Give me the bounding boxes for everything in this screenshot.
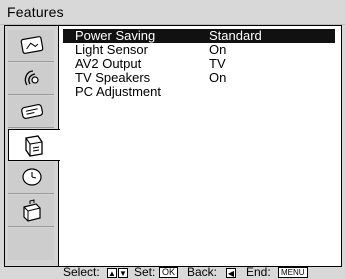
tab-channel[interactable]	[8, 96, 54, 128]
timer-icon	[22, 168, 42, 186]
tab-features[interactable]	[8, 129, 60, 161]
item-value: On	[209, 42, 227, 57]
category-tabs	[5, 26, 60, 266]
item-label: PC Adjustment	[75, 84, 161, 99]
menu-key-icon: MENU	[278, 267, 308, 278]
ok-key-icon: OK	[159, 267, 179, 278]
item-label: AV2 Output	[75, 56, 142, 71]
back-hint-key: ◀	[226, 265, 236, 279]
setup-icon	[23, 199, 41, 222]
options-panel: Power Saving Standard Light Sensor On AV…	[59, 26, 341, 266]
down-arrow-icon: ▼	[118, 268, 128, 278]
features-menu: Features Power Saving Standard Light Sen…	[0, 0, 345, 279]
tab-setup[interactable]	[8, 195, 54, 227]
set-hint-key: OK	[159, 265, 179, 279]
end-hint-label: End:	[246, 265, 271, 279]
menu-title: Features	[7, 4, 64, 20]
tab-timer[interactable]	[8, 162, 54, 194]
item-value: Standard	[209, 28, 262, 43]
up-arrow-icon: ▲	[107, 268, 117, 278]
select-hint-label: Select:	[63, 265, 100, 279]
tab-empty	[8, 228, 54, 260]
select-hint-keys: ▲ ▼	[107, 265, 128, 279]
left-arrow-icon: ◀	[226, 268, 236, 278]
item-value: On	[209, 70, 227, 85]
picture-icon	[20, 36, 44, 54]
tab-sound[interactable]	[8, 63, 54, 95]
features-icon	[25, 135, 43, 157]
set-hint-label: Set:	[134, 265, 156, 279]
menu-frame: Power Saving Standard Light Sensor On AV…	[4, 25, 342, 267]
item-label: Light Sensor	[75, 42, 148, 57]
item-label: Power Saving	[75, 28, 156, 43]
key-guide: Select: ▲ ▼ Set: OK Back: ◀ End: MENU	[0, 265, 345, 279]
item-label: TV Speakers	[75, 70, 151, 85]
end-hint-key: MENU	[278, 265, 308, 279]
channel-icon	[21, 103, 44, 119]
tab-picture[interactable]	[8, 30, 54, 62]
back-hint-label: Back:	[187, 265, 218, 279]
sound-icon	[24, 70, 39, 86]
item-value: TV	[209, 56, 226, 71]
